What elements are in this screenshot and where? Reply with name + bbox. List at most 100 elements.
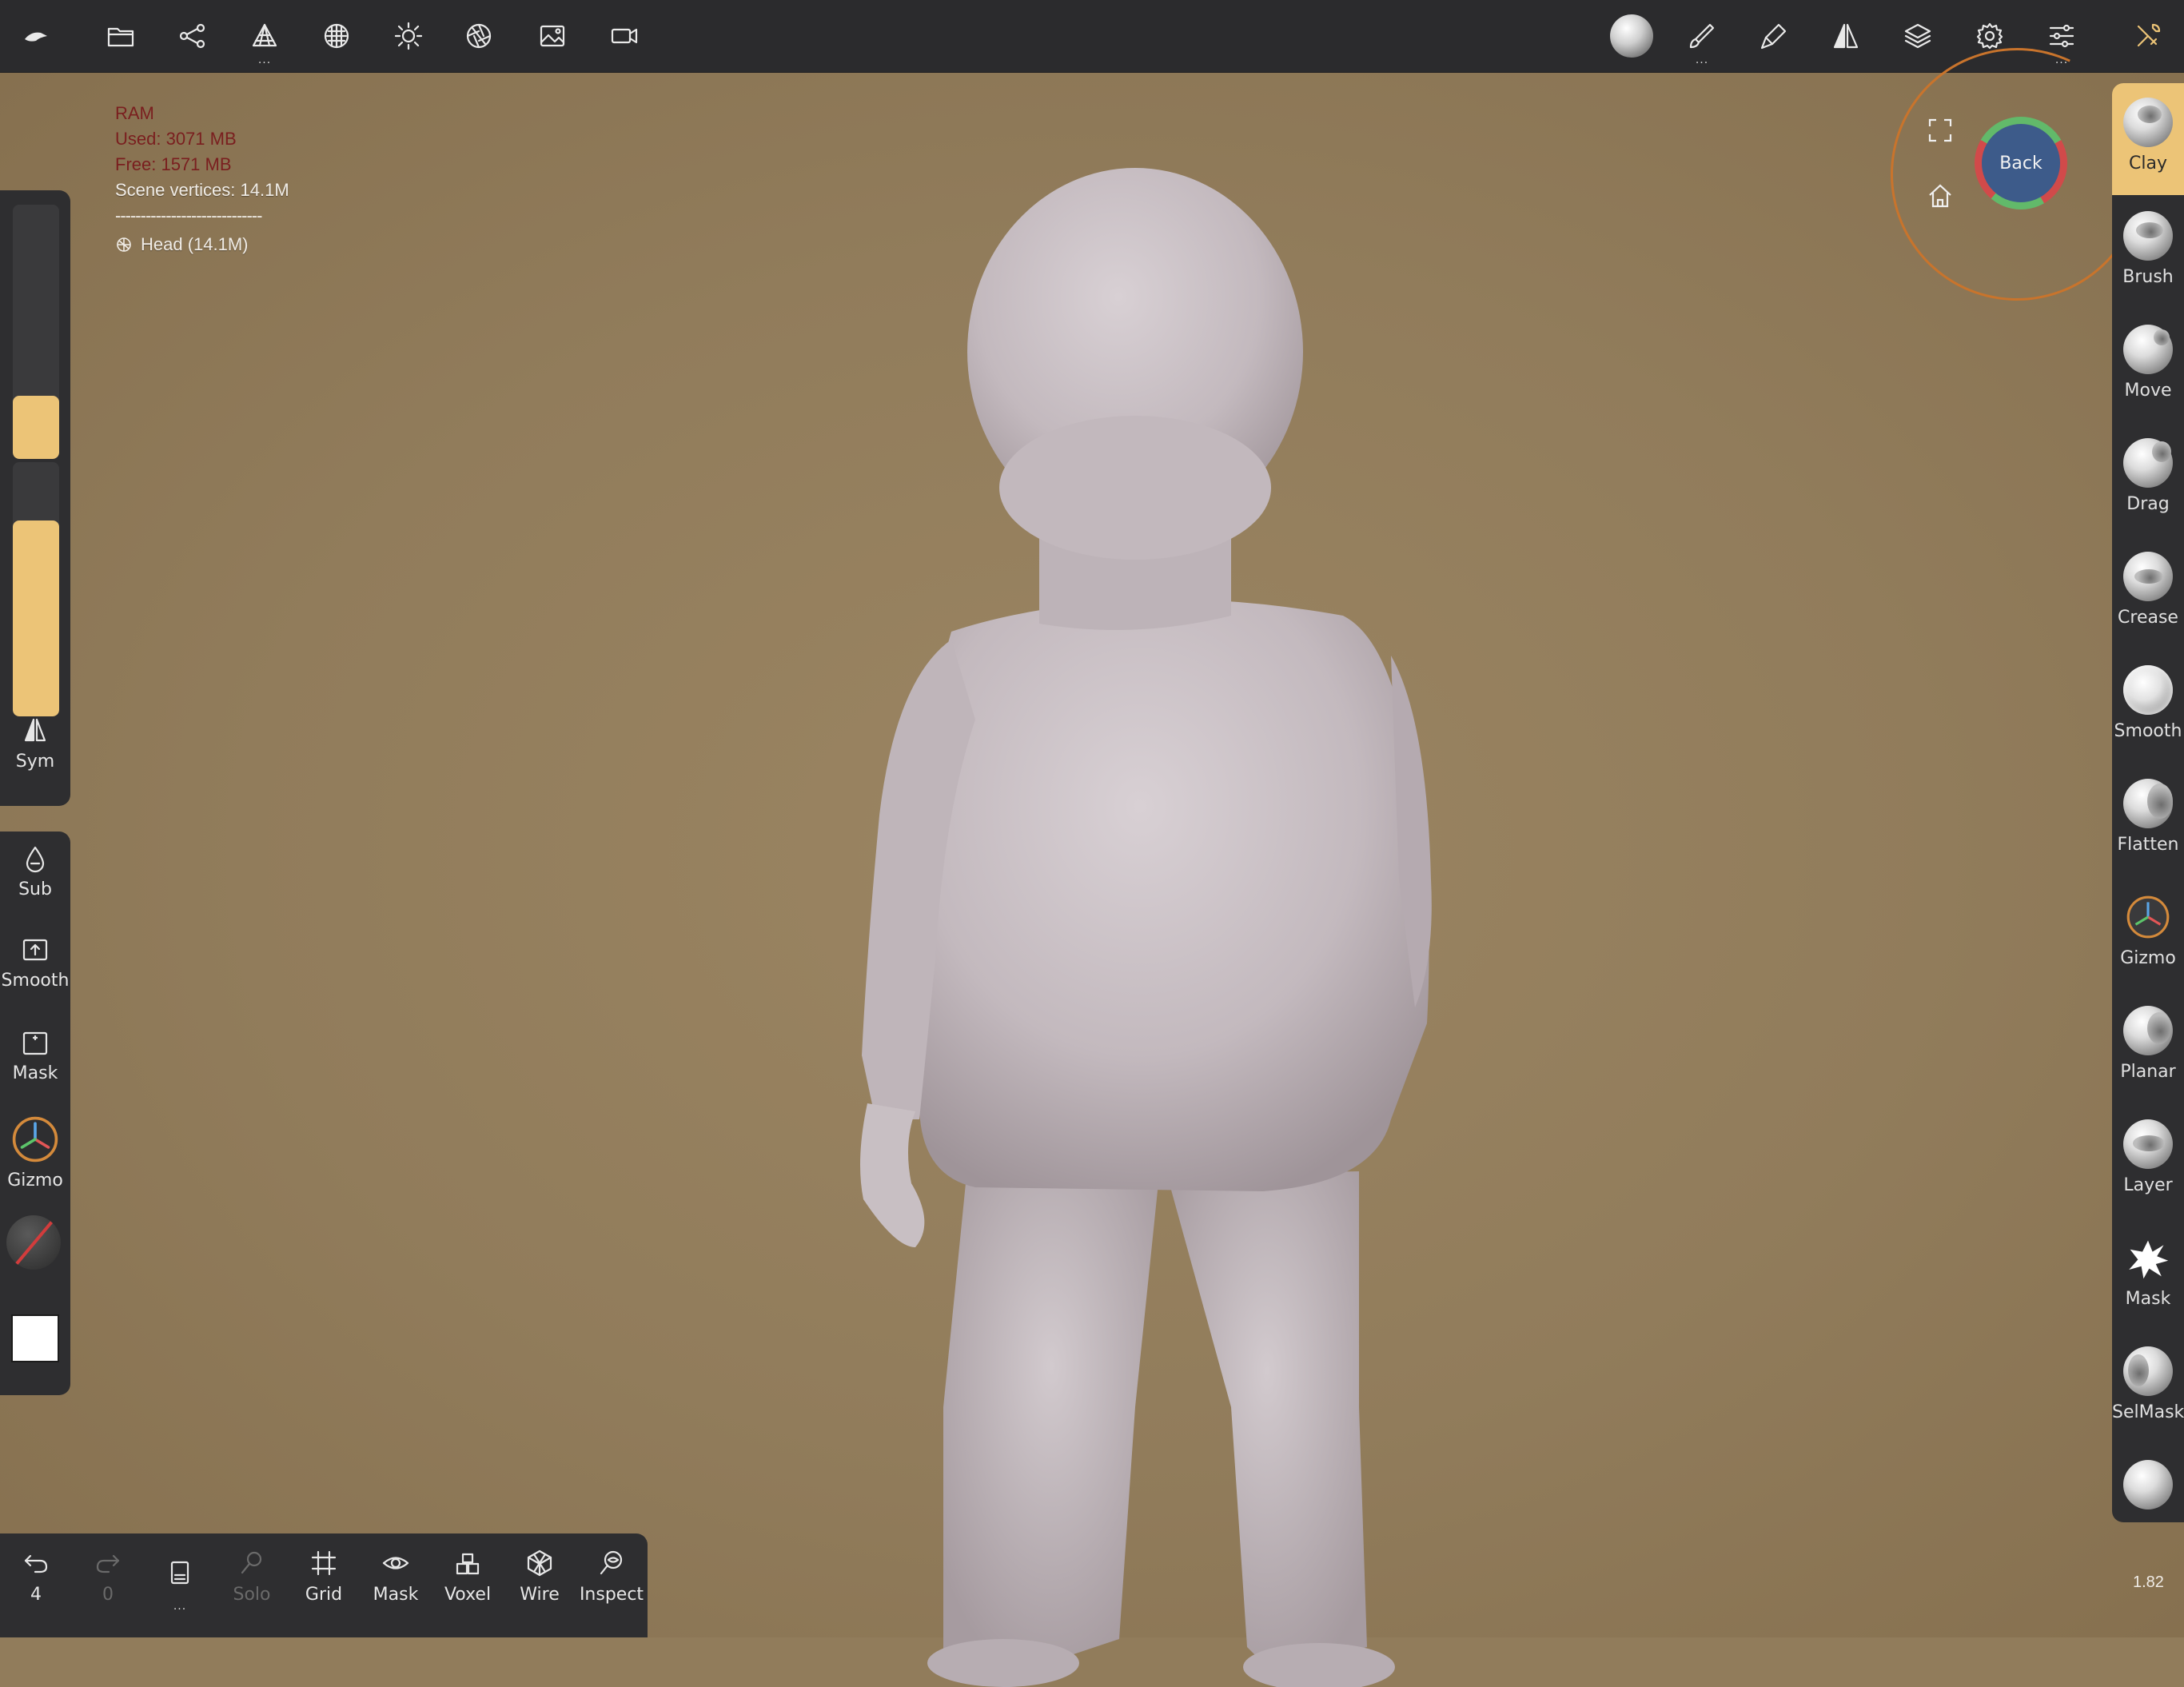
tool-label: Drag bbox=[2126, 494, 2170, 514]
redo-button[interactable]: 0 bbox=[74, 1548, 142, 1605]
sym-button[interactable]: Sym bbox=[0, 715, 70, 772]
tool-flatten[interactable]: Flatten bbox=[2112, 764, 2184, 876]
object-row[interactable]: Head (14.1M) bbox=[115, 232, 289, 257]
crease-tool-icon bbox=[2123, 552, 2173, 601]
mask-button[interactable]: Mask bbox=[0, 1027, 70, 1083]
redo-count: 0 bbox=[102, 1585, 114, 1605]
smooth-label: Smooth bbox=[1, 971, 70, 991]
camera-icon[interactable] bbox=[600, 11, 649, 61]
tool-label: Clay bbox=[2129, 154, 2167, 173]
sym-label: Sym bbox=[15, 752, 55, 772]
ram-free: Free: 1571 MB bbox=[115, 154, 232, 174]
brush-settings-panel: Sym bbox=[0, 190, 70, 806]
tool-label: SelMask bbox=[2112, 1402, 2184, 1422]
undo-button[interactable]: 4 bbox=[2, 1548, 70, 1605]
tool-label: Flatten bbox=[2117, 835, 2179, 855]
app-logo-icon[interactable] bbox=[11, 11, 61, 61]
mask-label: Mask bbox=[12, 1063, 58, 1083]
document-icon bbox=[170, 1561, 189, 1585]
tool-label: Brush bbox=[2122, 267, 2174, 287]
brush-tool-icon bbox=[2123, 211, 2173, 261]
post-process-icon[interactable] bbox=[454, 11, 504, 61]
view-cube[interactable]: Back bbox=[1975, 117, 2067, 209]
topology-icon[interactable]: ... bbox=[240, 11, 289, 66]
scene-vertices: Scene vertices: 14.1M bbox=[115, 180, 289, 200]
alpha-texture-button[interactable] bbox=[6, 1215, 61, 1270]
smooth-shortcut-icon bbox=[22, 939, 48, 961]
mask-visibility-button[interactable]: Mask bbox=[361, 1548, 430, 1605]
sub-button[interactable]: Sub bbox=[0, 843, 70, 899]
smooth-button[interactable]: Smooth bbox=[0, 934, 70, 991]
intensity-slider[interactable] bbox=[13, 462, 59, 716]
wire-button[interactable]: Wire bbox=[505, 1548, 574, 1605]
gizmo-button[interactable]: Gizmo bbox=[0, 1113, 70, 1190]
grid-button[interactable]: Grid bbox=[289, 1548, 358, 1605]
stroke-icon[interactable] bbox=[1749, 11, 1799, 61]
smooth-tool-icon bbox=[2123, 665, 2173, 715]
tool-planar[interactable]: Planar bbox=[2112, 991, 2184, 1103]
voxel-label: Voxel bbox=[444, 1585, 492, 1605]
history-button[interactable]: ... bbox=[145, 1557, 214, 1614]
fullscreen-icon[interactable] bbox=[1925, 115, 1955, 146]
tool-drag[interactable]: Drag bbox=[2112, 424, 2184, 536]
undo-icon bbox=[24, 1554, 48, 1573]
sculpt-model[interactable] bbox=[783, 160, 1455, 1687]
background-image-icon[interactable] bbox=[528, 11, 577, 61]
light-icon[interactable] bbox=[384, 11, 433, 61]
sphere-dent bbox=[2154, 329, 2170, 345]
3d-viewport[interactable] bbox=[0, 72, 2184, 1687]
wireframe-icon bbox=[527, 1549, 552, 1577]
selmask-tool-icon bbox=[2123, 1346, 2173, 1396]
solo-button[interactable]: Solo bbox=[217, 1548, 286, 1605]
undo-count: 4 bbox=[30, 1585, 42, 1605]
tool-smooth[interactable]: Smooth bbox=[2112, 651, 2184, 763]
symmetry-icon[interactable] bbox=[1821, 11, 1871, 61]
matcap-sphere-icon[interactable] bbox=[1607, 11, 1656, 61]
voxel-button[interactable]: Voxel bbox=[433, 1548, 502, 1605]
sphere-dent bbox=[2147, 784, 2173, 819]
sphere-dent bbox=[2128, 1354, 2149, 1386]
ram-used: Used: 3071 MB bbox=[115, 129, 237, 149]
tool-selmask[interactable]: SelMask bbox=[2112, 1332, 2184, 1444]
planar-tool-icon bbox=[2123, 1006, 2173, 1055]
tool-mask[interactable]: Mask bbox=[2112, 1218, 2184, 1330]
gizmo-icon bbox=[12, 1116, 58, 1163]
tool-more[interactable] bbox=[2112, 1446, 2184, 1522]
tools-icon[interactable] bbox=[2123, 11, 2173, 61]
tool-brush[interactable]: Brush bbox=[2112, 197, 2184, 309]
tool-move[interactable]: Move bbox=[2112, 310, 2184, 422]
drop-icon bbox=[26, 846, 45, 873]
tool-layer[interactable]: Layer bbox=[2112, 1105, 2184, 1217]
tool-panel: Clay Brush Move Drag Crease Smooth Flatten Gizm… bbox=[2112, 83, 2184, 1522]
tool-clay[interactable]: Clay bbox=[2112, 83, 2184, 195]
layers-icon[interactable] bbox=[1893, 11, 1943, 61]
bottom-toolbar: 4 0 ... Solo Grid Mask Voxel Wire Inspec… bbox=[0, 1533, 648, 1637]
solo-label: Solo bbox=[233, 1585, 271, 1605]
material-icon[interactable] bbox=[312, 11, 361, 61]
scene-graph-icon[interactable] bbox=[168, 11, 217, 61]
mask-shortcut-icon bbox=[22, 1031, 48, 1055]
color-swatch-button[interactable] bbox=[11, 1314, 59, 1362]
home-icon[interactable] bbox=[1925, 181, 1955, 211]
drag-tool-icon bbox=[2123, 438, 2173, 488]
tool-label: Crease bbox=[2118, 608, 2178, 628]
redo-icon bbox=[96, 1554, 120, 1573]
zoom-value: 1.82 bbox=[2133, 1573, 2164, 1591]
no-alpha-slash-icon bbox=[12, 1215, 58, 1269]
paint-brush-icon[interactable]: ... bbox=[1677, 11, 1727, 66]
top-toolbar: ... ... ... bbox=[0, 0, 2184, 73]
sphere-dent bbox=[2147, 1012, 2171, 1044]
move-tool-icon bbox=[2123, 325, 2173, 374]
tool-crease[interactable]: Crease bbox=[2112, 537, 2184, 649]
mask-visibility-label: Mask bbox=[373, 1585, 419, 1605]
tool-gizmo[interactable]: Gizmo bbox=[2112, 878, 2184, 990]
sub-label: Sub bbox=[18, 879, 52, 899]
tool-label: Planar bbox=[2120, 1062, 2176, 1082]
inspect-button[interactable]: Inspect bbox=[577, 1548, 646, 1605]
ram-label: RAM bbox=[115, 103, 154, 123]
more-dots: ... bbox=[173, 1600, 187, 1613]
tool-label: Move bbox=[2124, 381, 2172, 401]
sphere-dent bbox=[2138, 106, 2162, 123]
radius-slider[interactable] bbox=[13, 205, 59, 459]
folder-icon[interactable] bbox=[96, 11, 145, 61]
